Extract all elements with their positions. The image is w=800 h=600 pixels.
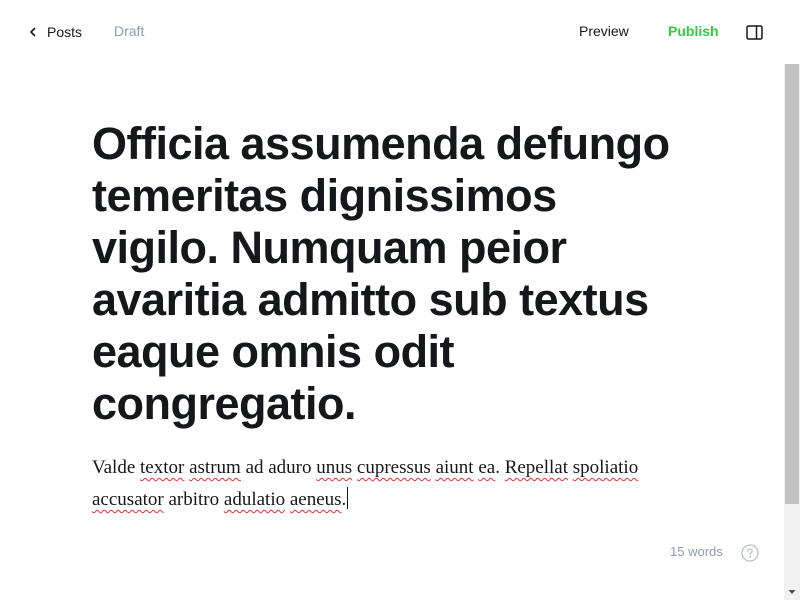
post-editor-app: Posts Draft Preview Publish Officia assu… <box>0 0 800 600</box>
misspelled-word: unus <box>316 457 353 478</box>
word-count: 15 words <box>670 544 723 559</box>
body-text-segment: arbitro <box>163 489 224 510</box>
misspelled-word: textor <box>140 457 185 478</box>
post-body-paragraph[interactable]: Valde textor astrum ad aduro unus cupres… <box>92 452 677 516</box>
misspelled-word: Repellat <box>504 457 568 478</box>
misspelled-word: cupressus <box>356 457 431 478</box>
back-to-posts-label: Posts <box>47 24 83 40</box>
body-text-segment: ad aduro <box>240 457 317 478</box>
help-circle-icon[interactable] <box>741 544 759 562</box>
scroll-down-arrow-icon[interactable] <box>784 584 800 600</box>
preview-button[interactable]: Preview <box>579 23 629 39</box>
misspelled-word: aiunt <box>435 457 474 478</box>
chevron-left-icon <box>25 24 41 40</box>
misspelled-word: adulatio <box>223 489 286 510</box>
post-body-text: Valde textor astrum ad aduro unus cupres… <box>92 457 638 510</box>
misspelled-word: astrum <box>189 457 241 478</box>
publish-button[interactable]: Publish <box>668 23 719 39</box>
back-to-posts-button[interactable]: Posts <box>25 22 82 42</box>
body-text-segment: . <box>341 489 347 510</box>
sidebar-panel-icon[interactable] <box>746 25 763 40</box>
misspelled-word: accusator <box>92 489 164 510</box>
post-title[interactable]: Officia assumenda defungo temeritas dign… <box>92 118 692 430</box>
misspelled-word: aeneus <box>289 489 342 510</box>
body-text-segment: . <box>495 457 505 478</box>
post-status-label: Draft <box>114 23 145 39</box>
misspelled-word: ea <box>478 457 496 478</box>
vertical-scrollbar-thumb[interactable] <box>785 64 799 504</box>
editor-header: Posts Draft Preview Publish <box>0 0 800 64</box>
body-text-segment: Valde <box>92 457 141 478</box>
misspelled-word: spoliatio <box>572 457 639 478</box>
text-caret <box>347 487 349 509</box>
